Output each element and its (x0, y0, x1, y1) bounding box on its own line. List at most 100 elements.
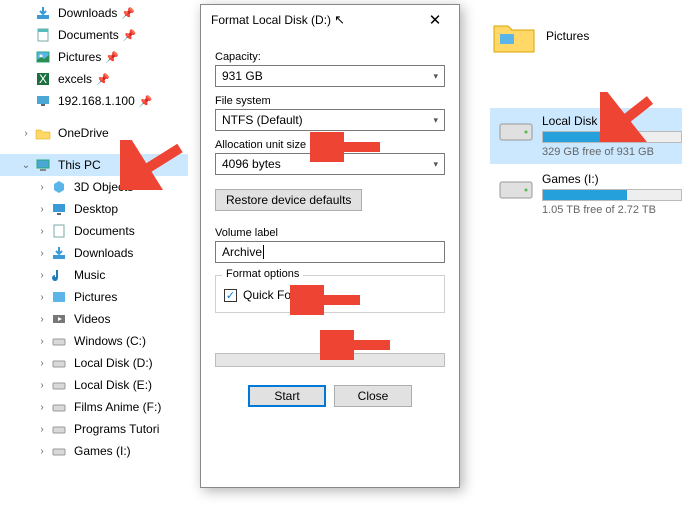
drive-usage-bar (542, 189, 682, 201)
nav-label: Pictures (74, 290, 117, 304)
downloads-icon (34, 4, 52, 22)
volume-label-label: Volume label (215, 227, 445, 239)
nav-onedrive[interactable]: › OneDrive (0, 122, 188, 144)
nav-label: Pictures (58, 50, 101, 64)
pin-icon: 📌 (121, 7, 135, 20)
excel-icon: X (34, 70, 52, 88)
nav-label: Local Disk (E:) (74, 378, 152, 392)
onedrive-icon (34, 124, 52, 142)
chevron-down-icon: ▾ (433, 159, 438, 170)
drive-icon (50, 420, 68, 438)
nav-documents-pc[interactable]: ›Documents (0, 220, 188, 242)
format-options-title: Format options (222, 268, 303, 280)
drive-name: Local Disk (D:) (542, 114, 682, 128)
dialog-titlebar[interactable]: Format Local Disk (D:) ↖ ✕ (201, 5, 459, 35)
nav-drive-programs[interactable]: ›Programs Tutori (0, 418, 188, 440)
chevron-down-icon: ▾ (433, 71, 438, 82)
drive-icon (50, 442, 68, 460)
nav-label: Films Anime (F:) (74, 400, 161, 414)
format-options-group: Format options ✓ Quick Format (215, 275, 445, 313)
folder-label: Pictures (546, 29, 589, 43)
drive-free-text: 1.05 TB free of 2.72 TB (542, 204, 682, 216)
nav-label: Documents (74, 224, 135, 238)
nav-downloads-pc[interactable]: ›Downloads (0, 242, 188, 264)
nav-drive-f[interactable]: ›Films Anime (F:) (0, 396, 188, 418)
folder-icon (492, 18, 536, 54)
nav-drive-i[interactable]: ›Games (I:) (0, 440, 188, 462)
nav-pictures[interactable]: Pictures 📌 (0, 46, 188, 68)
nav-label: This PC (58, 158, 101, 172)
quick-format-checkbox[interactable]: ✓ Quick Format (224, 288, 436, 302)
drive-usage-bar (542, 131, 682, 143)
nav-drive-c[interactable]: ›Windows (C:) (0, 330, 188, 352)
drive-icon (498, 174, 534, 202)
documents-icon (50, 222, 68, 240)
folder-pictures[interactable]: Pictures (492, 18, 676, 54)
nav-this-pc[interactable]: ⌄ This PC (0, 154, 188, 176)
nav-pictures-pc[interactable]: ›Pictures (0, 286, 188, 308)
nav-drive-e[interactable]: ›Local Disk (E:) (0, 374, 188, 396)
pictures-icon (50, 288, 68, 306)
nav-desktop[interactable]: ›Desktop (0, 198, 188, 220)
nav-network-location[interactable]: 192.168.1.100 📌 (0, 90, 188, 112)
volume-label-input[interactable]: Archive (215, 241, 445, 263)
nav-label: excels (58, 72, 92, 86)
nav-label: 192.168.1.100 (58, 94, 135, 108)
drive-icon (50, 354, 68, 372)
drive-local-disk-d[interactable]: Local Disk (D:) 329 GB free of 931 GB (490, 108, 682, 164)
nav-excels[interactable]: Xexcels 📌 (0, 68, 188, 90)
pin-icon: 📌 (105, 51, 119, 64)
nav-videos[interactable]: ›Videos (0, 308, 188, 330)
close-button[interactable]: ✕ (415, 6, 455, 34)
pictures-icon (34, 48, 52, 66)
pc-icon (34, 156, 52, 174)
drive-games-i[interactable]: Games (I:) 1.05 TB free of 2.72 TB (490, 166, 682, 222)
format-dialog: Format Local Disk (D:) ↖ ✕ Capacity: 931… (200, 4, 460, 488)
nav-drive-d[interactable]: ›Local Disk (D:) (0, 352, 188, 374)
allocation-dropdown[interactable]: 4096 bytes▾ (215, 153, 445, 175)
dialog-title: Format Local Disk (D:) (211, 13, 334, 27)
drives-panel: Pictures Local Disk (D:) 329 GB free of … (486, 0, 686, 224)
nav-downloads[interactable]: Downloads 📌 (0, 2, 188, 24)
pin-icon: 📌 (123, 29, 137, 42)
nav-label: Windows (C:) (74, 334, 146, 348)
nav-documents[interactable]: Documents📌 (0, 24, 188, 46)
quick-format-label: Quick Format (243, 288, 315, 302)
capacity-label: Capacity: (215, 51, 445, 63)
network-icon (34, 92, 52, 110)
restore-defaults-button[interactable]: Restore device defaults (215, 189, 362, 211)
nav-label: Local Disk (D:) (74, 356, 153, 370)
pin-icon: 📌 (96, 73, 110, 86)
chevron-down-icon[interactable]: ⌄ (18, 160, 34, 171)
desktop-icon (50, 200, 68, 218)
nav-3d-objects[interactable]: ›3D Objects (0, 176, 188, 198)
cursor-icon: ↖ (334, 12, 345, 28)
drive-icon (50, 398, 68, 416)
chevron-down-icon: ▾ (433, 115, 438, 126)
allocation-label: Allocation unit size (215, 139, 445, 151)
drive-free-text: 329 GB free of 931 GB (542, 146, 682, 158)
videos-icon (50, 310, 68, 328)
drive-icon (50, 332, 68, 350)
nav-music[interactable]: ›Music (0, 264, 188, 286)
nav-label: Downloads (58, 6, 117, 20)
nav-label: Games (I:) (74, 444, 131, 458)
drive-icon (498, 116, 534, 144)
filesystem-label: File system (215, 95, 445, 107)
drive-name: Games (I:) (542, 172, 682, 186)
capacity-dropdown[interactable]: 931 GB▾ (215, 65, 445, 87)
3d-objects-icon (50, 178, 68, 196)
progress-bar (215, 353, 445, 367)
nav-label: Music (74, 268, 105, 282)
start-button[interactable]: Start (248, 385, 326, 407)
svg-text:X: X (39, 72, 47, 86)
nav-label: Videos (74, 312, 110, 326)
chevron-right-icon[interactable]: › (18, 128, 34, 139)
pin-icon: 📌 (139, 95, 153, 108)
nav-label: OneDrive (58, 126, 109, 140)
music-icon (50, 266, 68, 284)
nav-label: Desktop (74, 202, 118, 216)
close-button-bottom[interactable]: Close (334, 385, 412, 407)
filesystem-dropdown[interactable]: NTFS (Default)▾ (215, 109, 445, 131)
drive-icon (50, 376, 68, 394)
